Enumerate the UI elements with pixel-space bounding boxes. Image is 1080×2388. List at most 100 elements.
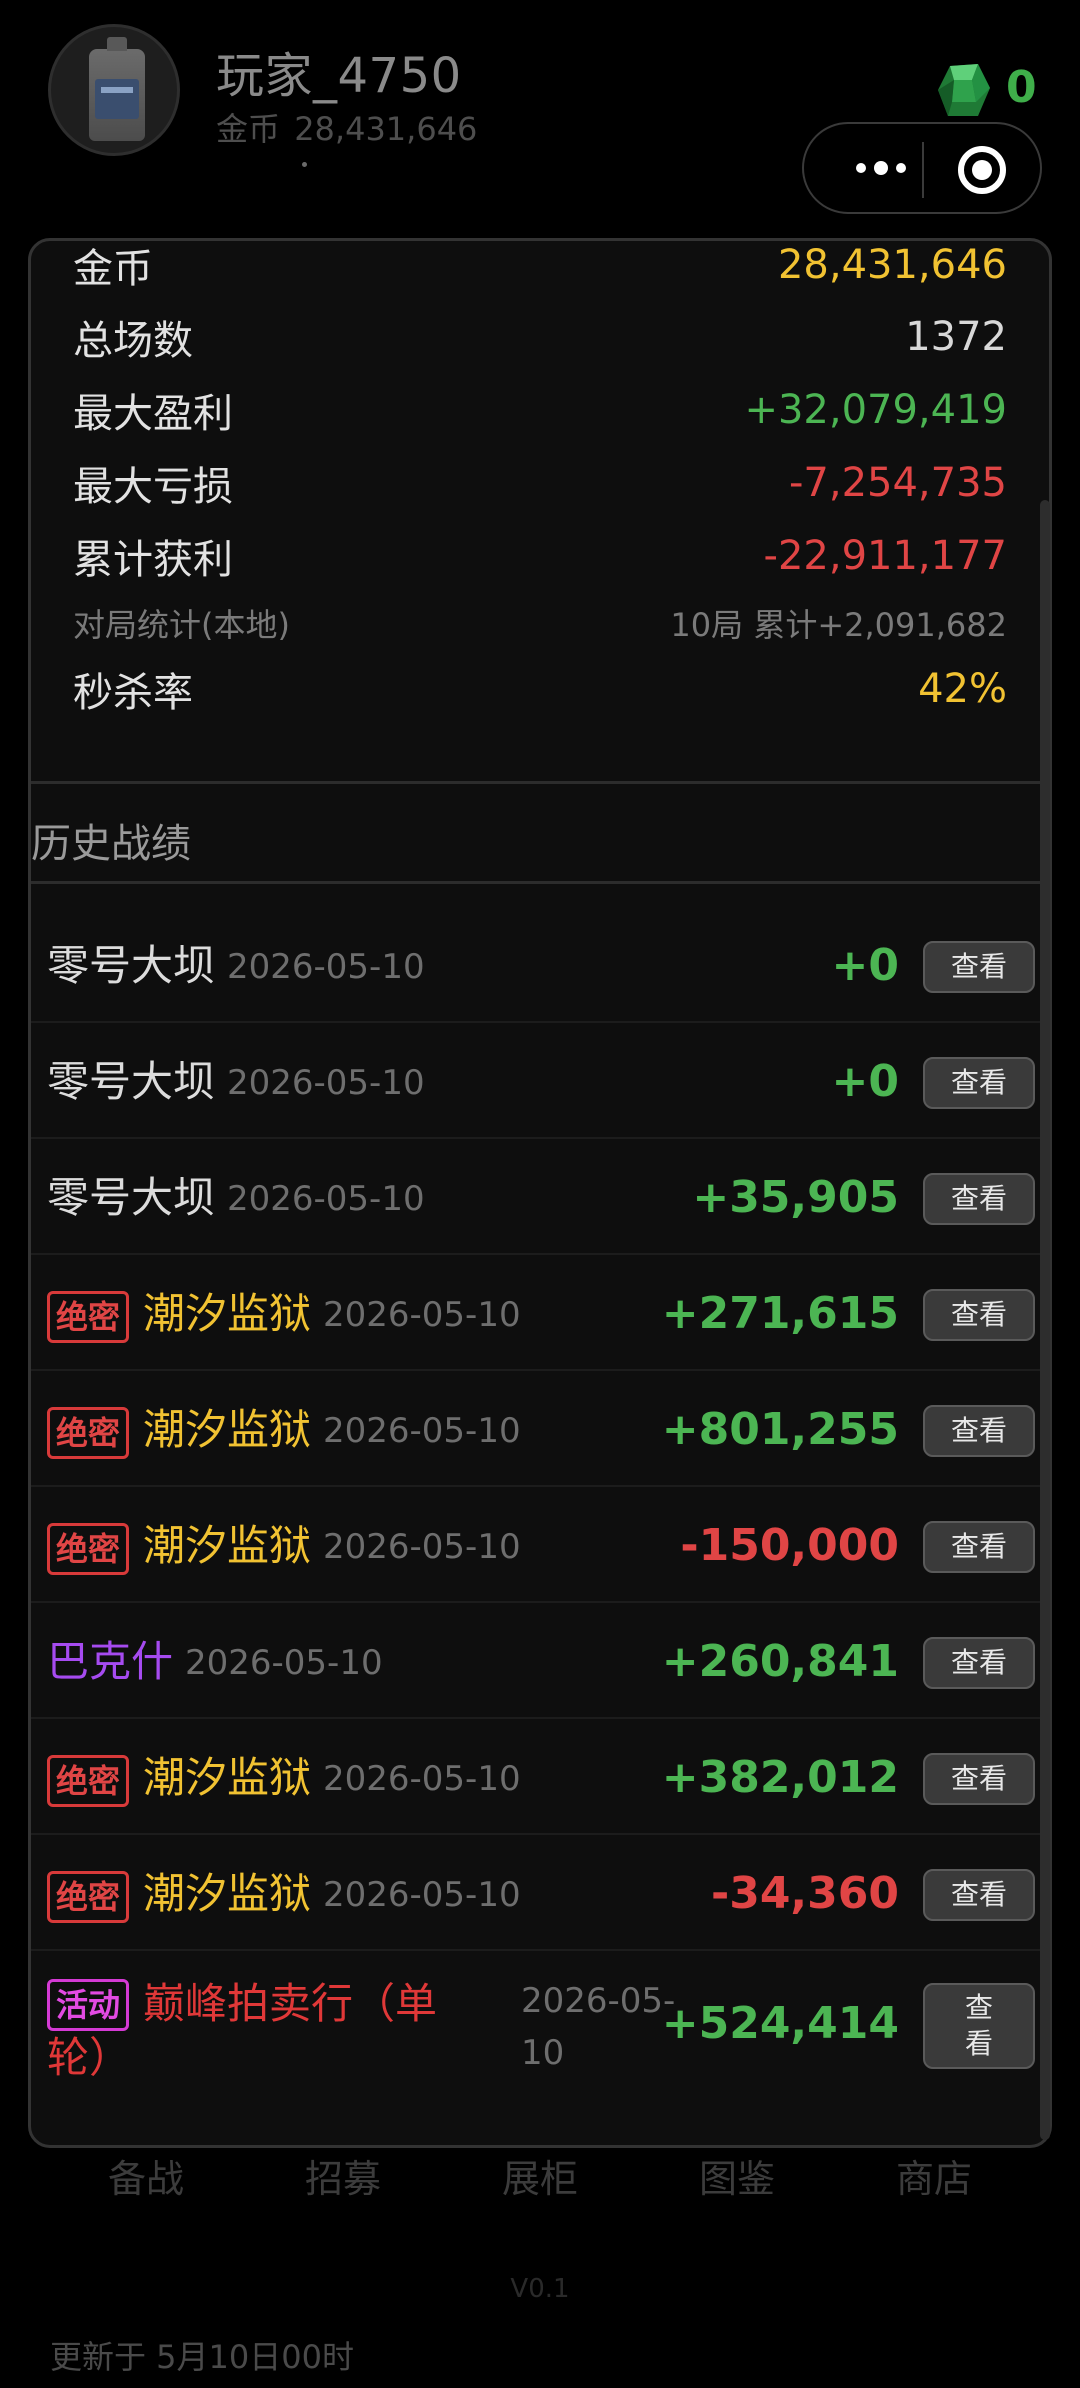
tab-shop[interactable]: 商店 (864, 2148, 1004, 2203)
match-date: 2026-05-10 (227, 1179, 425, 1219)
history-row[interactable]: 零号大坝 2026-05-10 +35,905 查看 (31, 1139, 1049, 1255)
view-button[interactable]: 查看 (923, 1521, 1035, 1573)
history-row[interactable]: 绝密 潮汐监狱 2026-05-10 +271,615 查看 (31, 1255, 1049, 1371)
mini-program-capsule (802, 122, 1042, 214)
divider (31, 881, 1049, 884)
match-date: 2026-05-10 (323, 1411, 521, 1451)
view-button[interactable]: 查看 (923, 1173, 1035, 1225)
update-time: 更新于 5月10日00时 (50, 2338, 354, 2376)
green-gem-icon (938, 64, 990, 116)
header-gold: 金币 28,431,646 (216, 104, 477, 150)
match-score: +260,841 (661, 1636, 899, 1687)
match-date: 2026-05-10 (185, 1643, 383, 1683)
profile-page: 玩家_4750 金币 28,431,646 0 备战 招募 展柜 图鉴 商店 V… (0, 0, 1080, 2388)
history-row[interactable]: 绝密 潮汐监狱 2026-05-10 +801,255 查看 (31, 1371, 1049, 1487)
view-button[interactable]: 查看 (923, 1405, 1035, 1457)
stat-max-loss-label: 最大亏损 (73, 464, 233, 510)
top-secret-tag: 绝密 (47, 1407, 130, 1459)
view-button[interactable]: 查看 (923, 1289, 1035, 1341)
match-score: +0 (831, 940, 899, 991)
stats-panel: 金币 28,431,646 总场数 1372 最大盈利 +32,079,419 … (28, 238, 1052, 2148)
stat-max-profit-value: +32,079,419 (744, 387, 1007, 433)
view-button[interactable]: 查看 (923, 1057, 1035, 1109)
match-date: 2026-05-10 (323, 1295, 521, 1335)
match-date: 2026-05-10 (227, 947, 425, 987)
tab-codex[interactable]: 图鉴 (667, 2148, 807, 2203)
panel-scrollbar[interactable] (1040, 500, 1050, 2140)
match-score: -34,360 (710, 1868, 899, 1919)
match-date: 2026-05-10 (323, 1527, 521, 1567)
history-title: 历史战绩 (31, 821, 191, 867)
stat-max-profit-label: 最大盈利 (73, 391, 233, 437)
history-row[interactable]: 绝密 潮汐监狱 2026-05-10 -34,360 查看 (31, 1835, 1049, 1951)
stat-max-loss-value: -7,254,735 (788, 460, 1007, 506)
stat-local: 对局统计(本地) 10局 累计+2,091,682 (73, 593, 1007, 653)
match-date: 2026-05-10 (323, 1759, 521, 1799)
history-row[interactable]: 活动 巅峰拍卖行（单 轮） 2026-05- 10 +524,414 查 看 (31, 1951, 1049, 2101)
map-name: 零号大坝 (47, 1057, 216, 1106)
version-label: V0.1 (510, 2274, 570, 2304)
match-date-line1: 2026-05- (521, 1981, 676, 2021)
stat-kill-rate: 秒杀率 42% (73, 659, 1007, 719)
event-tag: 活动 (47, 1979, 130, 2031)
stat-local-value: 10局 累计+2,091,682 (670, 606, 1007, 644)
map-name-line2: 轮） (47, 2033, 132, 2082)
match-score: +0 (831, 1056, 899, 1107)
map-name: 巴克什 (47, 1637, 174, 1686)
avatar-bottle-image (89, 37, 145, 141)
view-button-line2: 看 (964, 2027, 993, 2060)
capsule-divider (922, 142, 924, 198)
match-score: +35,905 (692, 1172, 899, 1223)
tab-recruit[interactable]: 招募 (273, 2148, 413, 2203)
map-name: 潮汐监狱 (143, 1405, 312, 1454)
stat-total-matches: 总场数 1372 (73, 307, 1007, 367)
view-button[interactable]: 查看 (923, 1869, 1035, 1921)
avatar[interactable] (48, 24, 180, 156)
map-name: 零号大坝 (47, 1173, 216, 1222)
top-secret-tag: 绝密 (47, 1871, 130, 1923)
history-row[interactable]: 绝密 潮汐监狱 2026-05-10 +382,012 查看 (31, 1719, 1049, 1835)
tab-prepare[interactable]: 备战 (76, 2148, 216, 2203)
close-target-icon[interactable] (958, 146, 1006, 194)
stat-local-label: 对局统计(本地) (73, 606, 290, 644)
stat-cumulative-value: -22,911,177 (763, 533, 1007, 579)
map-name: 潮汐监狱 (143, 1289, 312, 1338)
map-name: 潮汐监狱 (143, 1753, 312, 1802)
match-score: +271,615 (661, 1288, 899, 1339)
header-gold-label: 金币 (216, 110, 281, 148)
match-date: 2026-05-10 (227, 1063, 425, 1103)
stat-gold: 金币 28,431,646 (73, 241, 1007, 295)
stat-cumulative: 累计获利 -22,911,177 (73, 526, 1007, 586)
divider (31, 781, 1049, 784)
top-secret-tag: 绝密 (47, 1291, 130, 1343)
map-name: 零号大坝 (47, 941, 216, 990)
stat-kill-rate-label: 秒杀率 (73, 670, 193, 716)
map-name-line1: 巅峰拍卖行（单 (143, 1979, 438, 2028)
match-date: 2026-05-10 (323, 1875, 521, 1915)
history-row[interactable]: 巴克什 2026-05-10 +260,841 查看 (31, 1603, 1049, 1719)
match-score: +801,255 (661, 1404, 899, 1455)
more-menu-icon[interactable] (838, 144, 924, 192)
stat-gold-value: 28,431,646 (777, 242, 1007, 288)
map-name: 潮汐监狱 (143, 1869, 312, 1918)
view-button[interactable]: 查看 (923, 941, 1035, 993)
view-button[interactable]: 查看 (923, 1637, 1035, 1689)
history-row[interactable]: 绝密 潮汐监狱 2026-05-10 -150,000 查看 (31, 1487, 1049, 1603)
stat-total-matches-value: 1372 (905, 314, 1007, 360)
history-row[interactable]: 零号大坝 2026-05-10 +0 查看 (31, 907, 1049, 1023)
stat-gold-label: 金币 (73, 246, 153, 292)
view-button[interactable]: 查 看 (923, 1983, 1035, 2069)
match-date-line2: 10 (521, 2033, 565, 2073)
view-button-line1: 查 (964, 1991, 993, 2024)
player-name: 玩家_4750 (216, 48, 462, 104)
top-secret-tag: 绝密 (47, 1755, 130, 1807)
stat-cumulative-label: 累计获利 (73, 537, 233, 583)
stat-total-matches-label: 总场数 (73, 318, 193, 364)
tab-showcase[interactable]: 展柜 (470, 2148, 610, 2203)
bottom-nav: 备战 招募 展柜 图鉴 商店 (0, 2148, 1080, 2204)
map-name: 潮汐监狱 (143, 1521, 312, 1570)
view-button[interactable]: 查看 (923, 1753, 1035, 1805)
history-row[interactable]: 零号大坝 2026-05-10 +0 查看 (31, 1023, 1049, 1139)
stat-kill-rate-value: 42% (918, 666, 1007, 712)
header-gold-value: 28,431,646 (294, 110, 478, 148)
